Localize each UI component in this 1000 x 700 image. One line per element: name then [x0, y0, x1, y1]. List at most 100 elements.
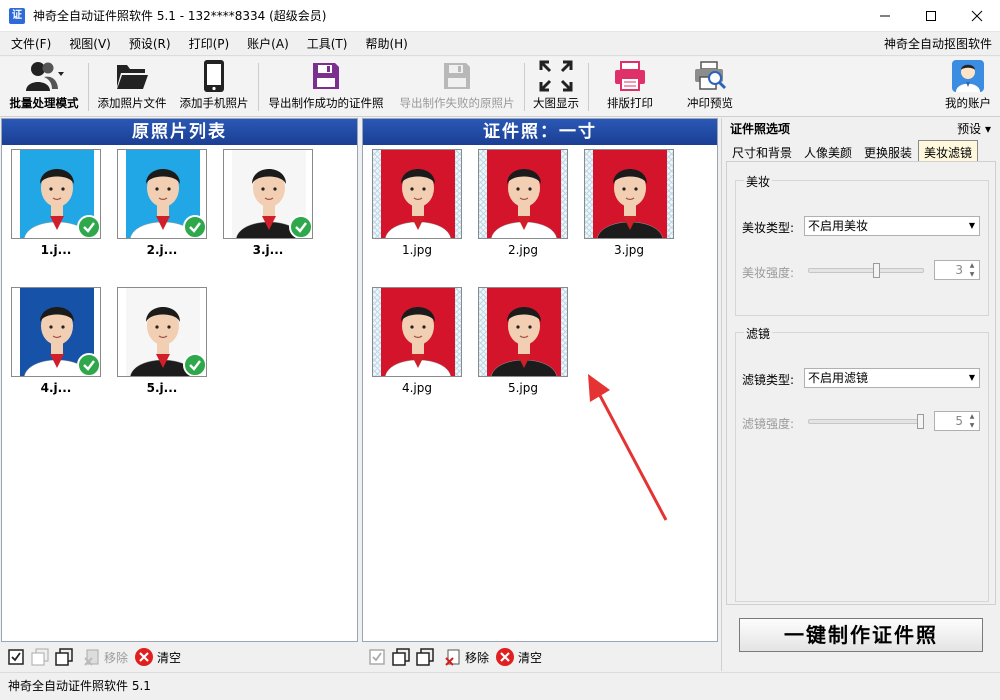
minimize-button[interactable]: [862, 0, 908, 32]
photo-thumbnail[interactable]: 2.j...: [117, 149, 207, 257]
photo-thumbnail[interactable]: 5.jpg: [478, 287, 568, 395]
remove-button[interactable]: 移除: [444, 648, 489, 666]
thumbnail-label: 4.j...: [40, 381, 72, 395]
check-all-disabled-icon: [369, 649, 385, 665]
spinner-arrows-icon[interactable]: ▲ ▼: [965, 261, 979, 279]
clear-button[interactable]: 清空: [134, 647, 181, 667]
remove-icon: [84, 649, 99, 666]
deselect-all-button[interactable]: [392, 648, 410, 666]
window-controls: [862, 0, 1000, 32]
export-success-button[interactable]: 导出制作成功的证件照: [262, 57, 390, 117]
slider-track: [808, 419, 924, 424]
menu-view[interactable]: 视图(V): [58, 35, 118, 52]
thumbnail-frame: [478, 287, 568, 377]
makeup-group: 美妆 美妆类型: 不启用美妆 ▼ 美妆强度: 3 ▲ ▼: [735, 173, 989, 316]
portrait-photo: [491, 169, 557, 238]
makeup-type-value: 不启用美妆: [808, 219, 869, 233]
thumbnail-frame: [11, 149, 101, 239]
slider-thumb[interactable]: [873, 263, 880, 278]
clear-label: 清空: [518, 650, 543, 665]
clear-button[interactable]: 清空: [495, 647, 542, 667]
thumbnail-frame: [478, 149, 568, 239]
makeup-strength-spinner[interactable]: 3 ▲ ▼: [934, 260, 980, 280]
id-photo-actions: 移除 清空: [362, 643, 718, 671]
my-account-button[interactable]: 我的账户: [940, 57, 996, 117]
menu-account[interactable]: 账户(A): [236, 35, 296, 52]
photo-thumbnail[interactable]: 5.j...: [117, 287, 207, 395]
thumbnail-label: 5.jpg: [507, 381, 539, 395]
menu-tools[interactable]: 工具(T): [296, 35, 355, 52]
big-view-button[interactable]: 大图显示: [528, 57, 584, 117]
makeup-strength-slider[interactable]: [808, 260, 924, 280]
app-icon: 证: [9, 7, 25, 24]
thumbnail-label: 4.jpg: [401, 381, 433, 395]
photo-thumbnail[interactable]: 4.jpg: [372, 287, 462, 395]
uncheck-icon: [31, 648, 49, 666]
toolbar-divider: [88, 63, 89, 111]
print-preview-button[interactable]: 冲印预览: [678, 57, 742, 117]
photo-thumbnail[interactable]: 1.jpg: [372, 149, 462, 257]
window-title: 神奇全自动证件照软件 5.1 - 132****8334 (超级会员): [33, 9, 327, 23]
photo-background: [593, 150, 667, 238]
photo-thumbnail[interactable]: 3.jpg: [584, 149, 674, 257]
portrait-photo: [385, 307, 451, 376]
photo-thumbnail[interactable]: 4.j...: [11, 287, 101, 395]
thumbnail-label: 1.j...: [40, 243, 72, 257]
export-failed-button[interactable]: 导出制作失败的原照片: [393, 57, 521, 117]
save-icon: [313, 63, 339, 89]
menu-print[interactable]: 打印(P): [178, 35, 237, 52]
close-button[interactable]: [954, 0, 1000, 32]
success-check-icon: [289, 215, 312, 238]
thumbnail-label: 5.j...: [146, 381, 178, 395]
clear-icon: [135, 648, 154, 666]
invert-selection-button[interactable]: [416, 648, 434, 666]
thumbnail-frame: [223, 149, 313, 239]
phone-icon: [204, 60, 224, 92]
select-all-button[interactable]: [368, 648, 386, 666]
thumbnail-label: 2.jpg: [507, 243, 539, 257]
photo-thumbnail[interactable]: 2.jpg: [478, 149, 568, 257]
toolbar: 批量处理模式 添加照片文件 添加手机照片 导出制作成功的证件照 导出制作失败的原…: [0, 57, 1000, 117]
preset-label: 预设: [957, 121, 982, 136]
chevron-down-icon: ▼: [968, 221, 975, 230]
original-photo-actions: 移除 清空: [1, 643, 358, 671]
filter-strength-label: 滤镜强度:: [742, 417, 795, 431]
photo-thumbnail[interactable]: 1.j...: [11, 149, 101, 257]
minimize-icon: [880, 15, 890, 17]
slider-track: [808, 268, 924, 273]
filter-type-select[interactable]: 不启用滤镜 ▼: [804, 368, 980, 388]
menu-help[interactable]: 帮助(H): [354, 35, 414, 52]
clear-icon: [496, 648, 515, 666]
preset-dropdown[interactable]: 预设 ▾: [957, 120, 991, 137]
filter-strength-spinner[interactable]: 5 ▲ ▼: [934, 411, 980, 431]
slider-thumb[interactable]: [917, 414, 924, 429]
remove-icon: [445, 649, 460, 666]
make-id-photo-button[interactable]: 一键制作证件照: [739, 618, 983, 652]
makeup-type-select[interactable]: 不启用美妆 ▼: [804, 216, 980, 236]
export-failed-label: 导出制作失败的原照片: [399, 96, 515, 110]
thumbnail-label: 3.jpg: [613, 243, 645, 257]
remove-label: 移除: [104, 650, 129, 665]
clear-label: 清空: [157, 650, 182, 665]
invert-selection-button[interactable]: [55, 648, 73, 666]
select-all-button[interactable]: [7, 648, 25, 666]
menu-preset[interactable]: 预设(R): [118, 35, 178, 52]
filter-strength-slider[interactable]: [808, 411, 924, 431]
add-phone-photo-button[interactable]: 添加手机照片: [175, 57, 253, 117]
remove-button[interactable]: 移除: [83, 648, 128, 666]
printer-icon: [615, 61, 645, 91]
photo-thumbnail[interactable]: 3.j...: [223, 149, 313, 257]
thumbnail-frame: [117, 149, 207, 239]
cutout-software-link[interactable]: 神奇全自动抠图软件: [884, 35, 992, 52]
thumbnail-frame: [372, 287, 462, 377]
batch-mode-button[interactable]: 批量处理模式: [6, 57, 82, 117]
maximize-button[interactable]: [908, 0, 954, 32]
add-photo-file-button[interactable]: 添加照片文件: [92, 57, 172, 117]
users-icon: [26, 62, 64, 91]
layout-print-button[interactable]: 排版打印: [598, 57, 662, 117]
spinner-arrows-icon[interactable]: ▲ ▼: [965, 412, 979, 430]
deselect-all-button[interactable]: [31, 648, 49, 666]
menu-file[interactable]: 文件(F): [0, 35, 58, 52]
filter-type-label: 滤镜类型:: [742, 373, 795, 387]
my-account-label: 我的账户: [945, 96, 991, 110]
